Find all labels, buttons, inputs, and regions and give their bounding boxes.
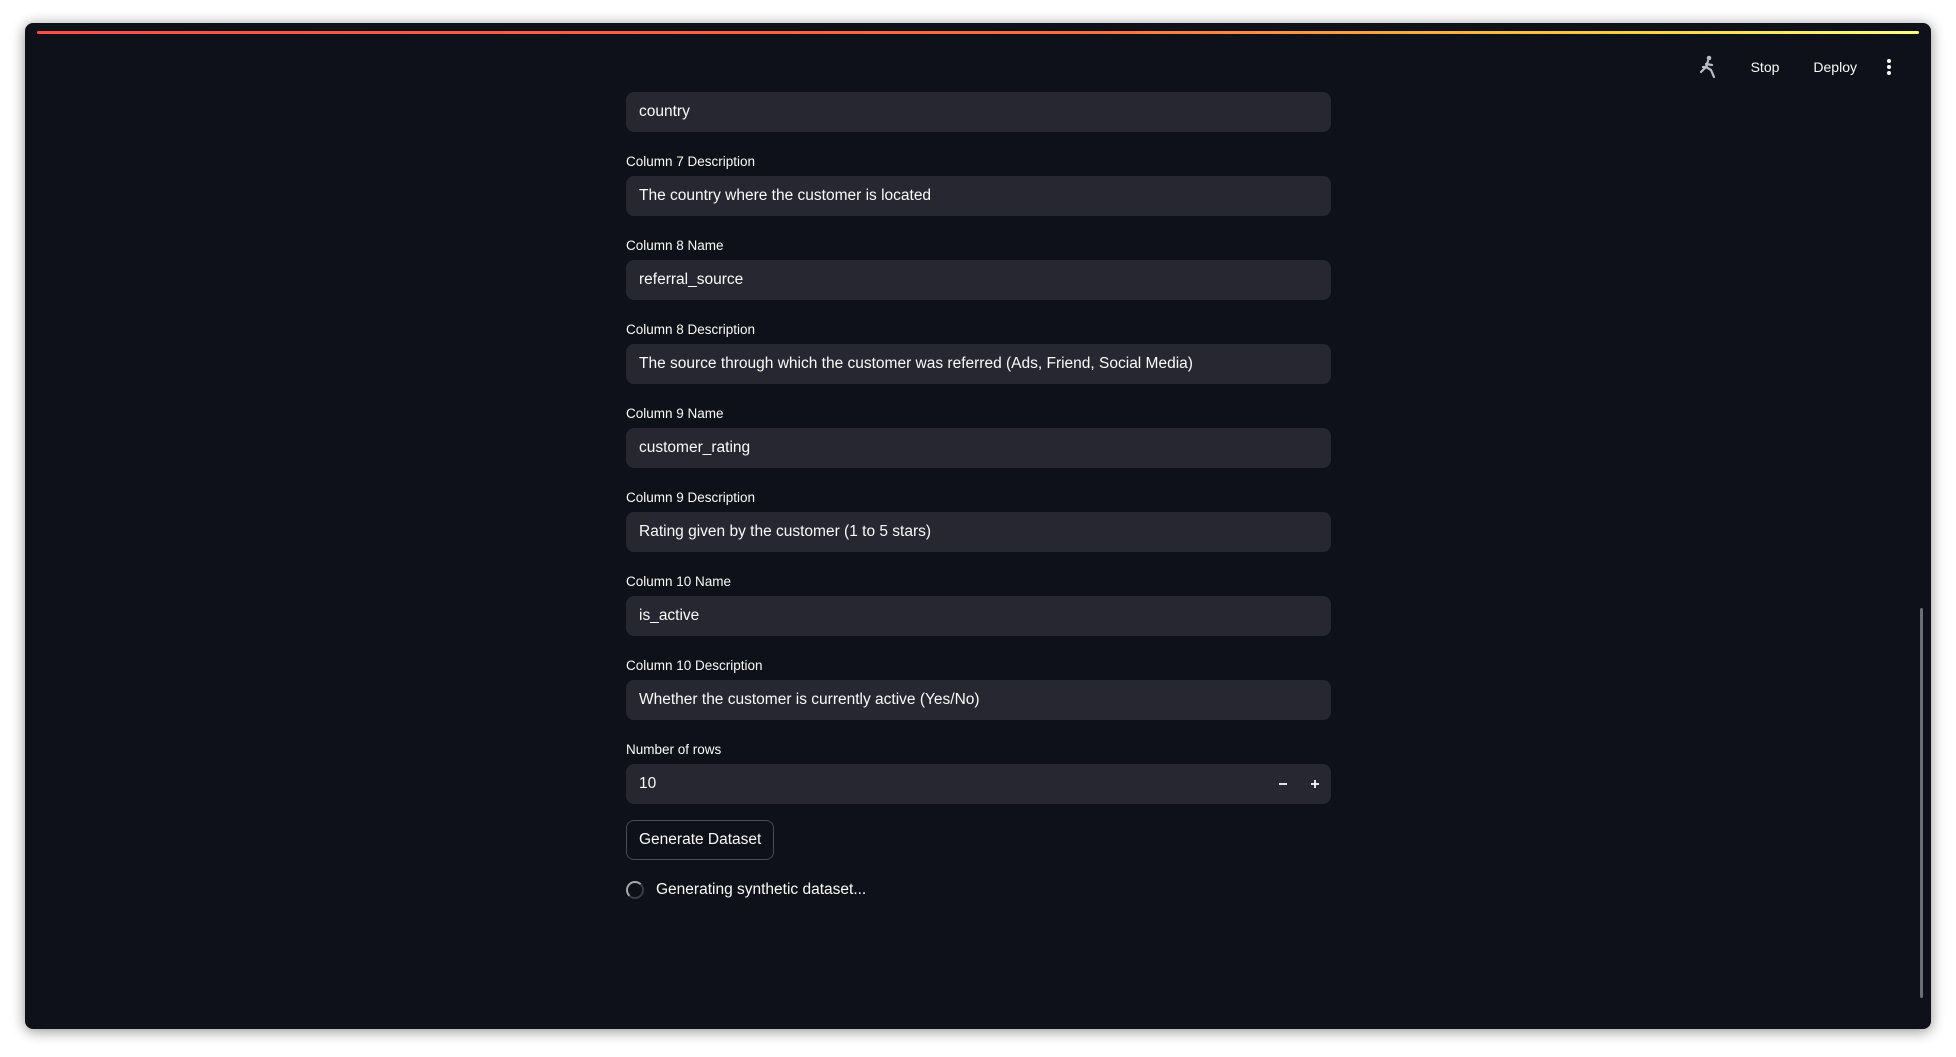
column-9-name-label: Column 9 Name — [626, 406, 724, 421]
column-8-description-input[interactable]: The source through which the customer wa… — [626, 344, 1331, 384]
column-9-description-input[interactable]: Rating given by the customer (1 to 5 sta… — [626, 512, 1331, 552]
main-menu-icon[interactable] — [1877, 52, 1901, 82]
column-9-name-input[interactable]: customer_rating — [626, 428, 1331, 468]
generate-dataset-button[interactable]: Generate Dataset — [626, 820, 775, 860]
plus-icon[interactable] — [1299, 764, 1331, 804]
column-8-name-label: Column 8 Name — [626, 238, 724, 253]
status-text: Generating synthetic dataset... — [656, 881, 867, 898]
number-of-rows-input[interactable]: 10 — [626, 764, 1331, 804]
column-7-name-input[interactable]: country — [626, 92, 1331, 132]
deploy-button[interactable]: Deploy — [1801, 53, 1869, 81]
number-of-rows-label: Number of rows — [626, 742, 722, 757]
column-8-name-input[interactable]: referral_source — [626, 260, 1331, 300]
vertical-scrollbar[interactable] — [1920, 608, 1923, 998]
minus-icon[interactable] — [1267, 764, 1299, 804]
number-of-rows-value[interactable]: 10 — [626, 775, 1267, 793]
app-window: Stop Deploy country Column 7 Description… — [25, 23, 1931, 1029]
stop-button[interactable]: Stop — [1739, 53, 1792, 81]
column-9-description-label: Column 9 Description — [626, 490, 756, 505]
column-10-description-label: Column 10 Description — [626, 658, 763, 673]
spinner-icon — [626, 881, 644, 899]
column-10-name-input[interactable]: is_active — [626, 596, 1331, 636]
running-man-icon — [1695, 54, 1721, 80]
column-7-description-label: Column 7 Description — [626, 154, 756, 169]
app-toolbar: Stop Deploy — [1695, 47, 1901, 87]
column-8-description-label: Column 8 Description — [626, 322, 756, 337]
status-row: Generating synthetic dataset... — [626, 878, 1331, 902]
column-10-name-label: Column 10 Name — [626, 574, 732, 589]
column-10-description-input[interactable]: Whether the customer is currently active… — [626, 680, 1331, 720]
decoration-gradient-bar — [37, 31, 1919, 34]
column-7-description-input[interactable]: The country where the customer is locate… — [626, 176, 1331, 216]
main-form: country Column 7 Description The country… — [626, 92, 1331, 902]
